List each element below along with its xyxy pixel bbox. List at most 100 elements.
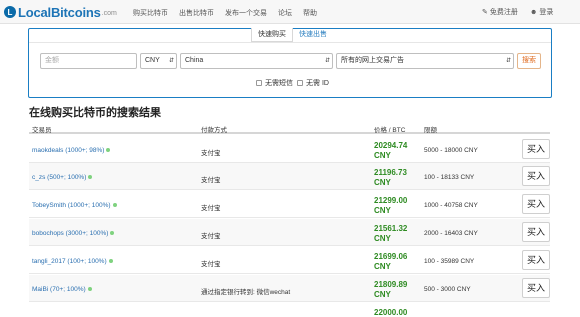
trade-limits: 500 - 3000 CNY [424,286,471,293]
online-status-icon [106,148,111,153]
column-limits: 限额 [424,127,437,134]
payment-method: 支付宝 [201,177,221,184]
signup-label: 免费注册 [489,9,518,16]
price-currency: CNY [374,262,391,271]
country-select[interactable]: China ⇵ [180,53,333,69]
buy-button[interactable]: 买入 [522,278,550,298]
top-navbar: L LocalBitcoins .com 购买比特币 出售比特币 发布一个交易 … [0,0,580,24]
buy-button[interactable]: 买入 [522,194,550,214]
price: 21561.32 CNY [374,224,416,244]
buy-button[interactable]: 买入 [522,222,550,242]
trader-link[interactable]: maokdeals (1000+; 98%) [32,147,111,154]
tab-quick-buy[interactable]: 快速购买 [251,28,293,42]
online-status-icon [112,203,117,208]
signup-link[interactable]: ✎ 免费注册 [482,7,518,17]
currency-select[interactable]: CNY ⇵ [140,53,177,69]
table-row: TobeySmith (1000+; 100%) 支付宝 21299.00 CNY… [29,191,550,218]
online-status-icon [87,287,92,292]
trade-limits: 5000 - 18000 CNY [424,147,478,154]
trade-limits: 2000 - 16403 CNY [424,230,478,237]
login-label: 登录 [539,9,554,16]
online-status-icon [110,231,115,236]
payment-method-select[interactable]: 所有的网上交易广告 ⇵ [336,53,514,69]
trader-name: maokdeals (1000+; 98%) [32,147,105,154]
select-arrows-icon: ⇵ [324,58,330,64]
column-trader: 交易员 [32,127,52,134]
no-id-label: 无需 ID [306,80,329,87]
price-currency: CNY [374,178,391,187]
trader-name: TobeySmith (1000+; 100%) [32,202,111,209]
table-row: bobochops (3000+; 100%) 支付宝 21561.32 CNY … [29,219,550,246]
trader-link[interactable]: bobochops (3000+; 100%) [32,230,115,237]
checkbox-box [256,80,262,86]
trader-link[interactable]: MaiBi (70+; 100%) [32,286,92,293]
user-add-icon: ✎ [482,9,488,16]
table-row: c_zs (500+; 100%) 支付宝 21196.73 CNY 100 - … [29,163,550,190]
checkbox-box [297,80,303,86]
price-currency: CNY [374,290,391,299]
price-currency: CNY [374,151,391,160]
brand-suffix: .com [101,10,117,17]
payment-method: 支付宝 [201,261,221,268]
price: 21699.06 CNY [374,252,416,272]
table-row: maokdeals (1000+; 98%) 支付宝 20294.74 CNY 5… [29,136,550,163]
table-row: tangli_2017 (100+; 100%) 支付宝 21699.06 CNY… [29,247,550,274]
no-id-checkbox[interactable]: 无需 ID [297,78,329,88]
price-value: 21699.06 [374,252,408,261]
currency-value: CNY [145,57,160,64]
column-payment: 付款方式 [201,127,227,134]
select-arrows-icon: ⇵ [505,58,511,64]
price: 20294.74 CNY [374,141,416,161]
select-arrows-icon: ⇵ [168,58,174,64]
online-status-icon [108,259,113,264]
table-row: 22000.00 [29,303,550,317]
search-button[interactable]: 搜索 [517,53,541,69]
payment-method: 支付宝 [201,205,221,212]
results-table-header: 交易员 付款方式 价格 / BTC 限额 [29,121,550,134]
buy-button[interactable]: 买入 [522,250,550,270]
brand-logo-link[interactable]: L LocalBitcoins .com [4,4,117,20]
trader-link[interactable]: TobeySmith (1000+; 100%) [32,202,117,209]
tab-quick-sell[interactable]: 快速出售 [293,28,333,42]
price: 22000.00 [374,308,416,317]
price-value: 20294.74 [374,141,408,150]
user-icon: ☻ [530,8,538,16]
trader-link[interactable]: tangli_2017 (100+; 100%) [32,258,113,265]
login-link[interactable]: ☻ 登录 [530,7,553,17]
payment-method: 支付宝 [201,150,221,157]
payment-method: 通过指定银行转到: 微信wechat [201,289,291,296]
buy-button[interactable]: 买入 [522,166,550,186]
price-currency: CNY [374,206,391,215]
no-sms-checkbox[interactable]: 无需短信 [256,78,293,88]
trader-name: tangli_2017 (100+; 100%) [32,258,107,265]
payment-method: 支付宝 [201,233,221,240]
trader-link[interactable]: c_zs (500+; 100%) [32,174,93,181]
no-sms-label: 无需短信 [265,80,293,87]
tab-divider [29,42,551,43]
price-value: 22000.00 [374,308,408,317]
price-currency: CNY [374,234,391,243]
results-title: 在线购买比特币的搜索结果 [29,107,161,119]
price-value: 21561.32 [374,224,408,233]
nav-sell-bitcoin[interactable]: 出售比特币 [179,8,214,18]
price-value: 21809.89 [374,280,408,289]
country-value: China [185,57,204,64]
nav-buy-bitcoin[interactable]: 购买比特币 [133,8,168,18]
price-value: 21196.73 [374,168,407,177]
price: 21809.89 CNY [374,280,416,300]
nav-help[interactable]: 帮助 [303,8,317,18]
online-status-icon [88,175,93,180]
trader-name: MaiBi (70+; 100%) [32,286,86,293]
trade-limits: 100 - 35989 CNY [424,258,475,265]
price: 21299.00 CNY [374,196,416,216]
trade-limits: 100 - 18133 CNY [424,174,475,181]
table-row: MaiBi (70+; 100%) 通过指定银行转到: 微信wechat 218… [29,275,550,302]
nav-forum[interactable]: 论坛 [278,8,292,18]
trader-name: c_zs (500+; 100%) [32,174,87,181]
amount-input[interactable]: 金额 [40,53,137,69]
payment-method-value: 所有的网上交易广告 [341,57,404,64]
nav-post-trade[interactable]: 发布一个交易 [225,8,267,18]
search-panel: 快速购买 快速出售 金额 CNY ⇵ China ⇵ 所有的网上交易广告 ⇵ 搜… [28,28,552,98]
buy-button[interactable]: 买入 [522,139,550,159]
bitcoin-logo-icon: L [4,6,16,18]
